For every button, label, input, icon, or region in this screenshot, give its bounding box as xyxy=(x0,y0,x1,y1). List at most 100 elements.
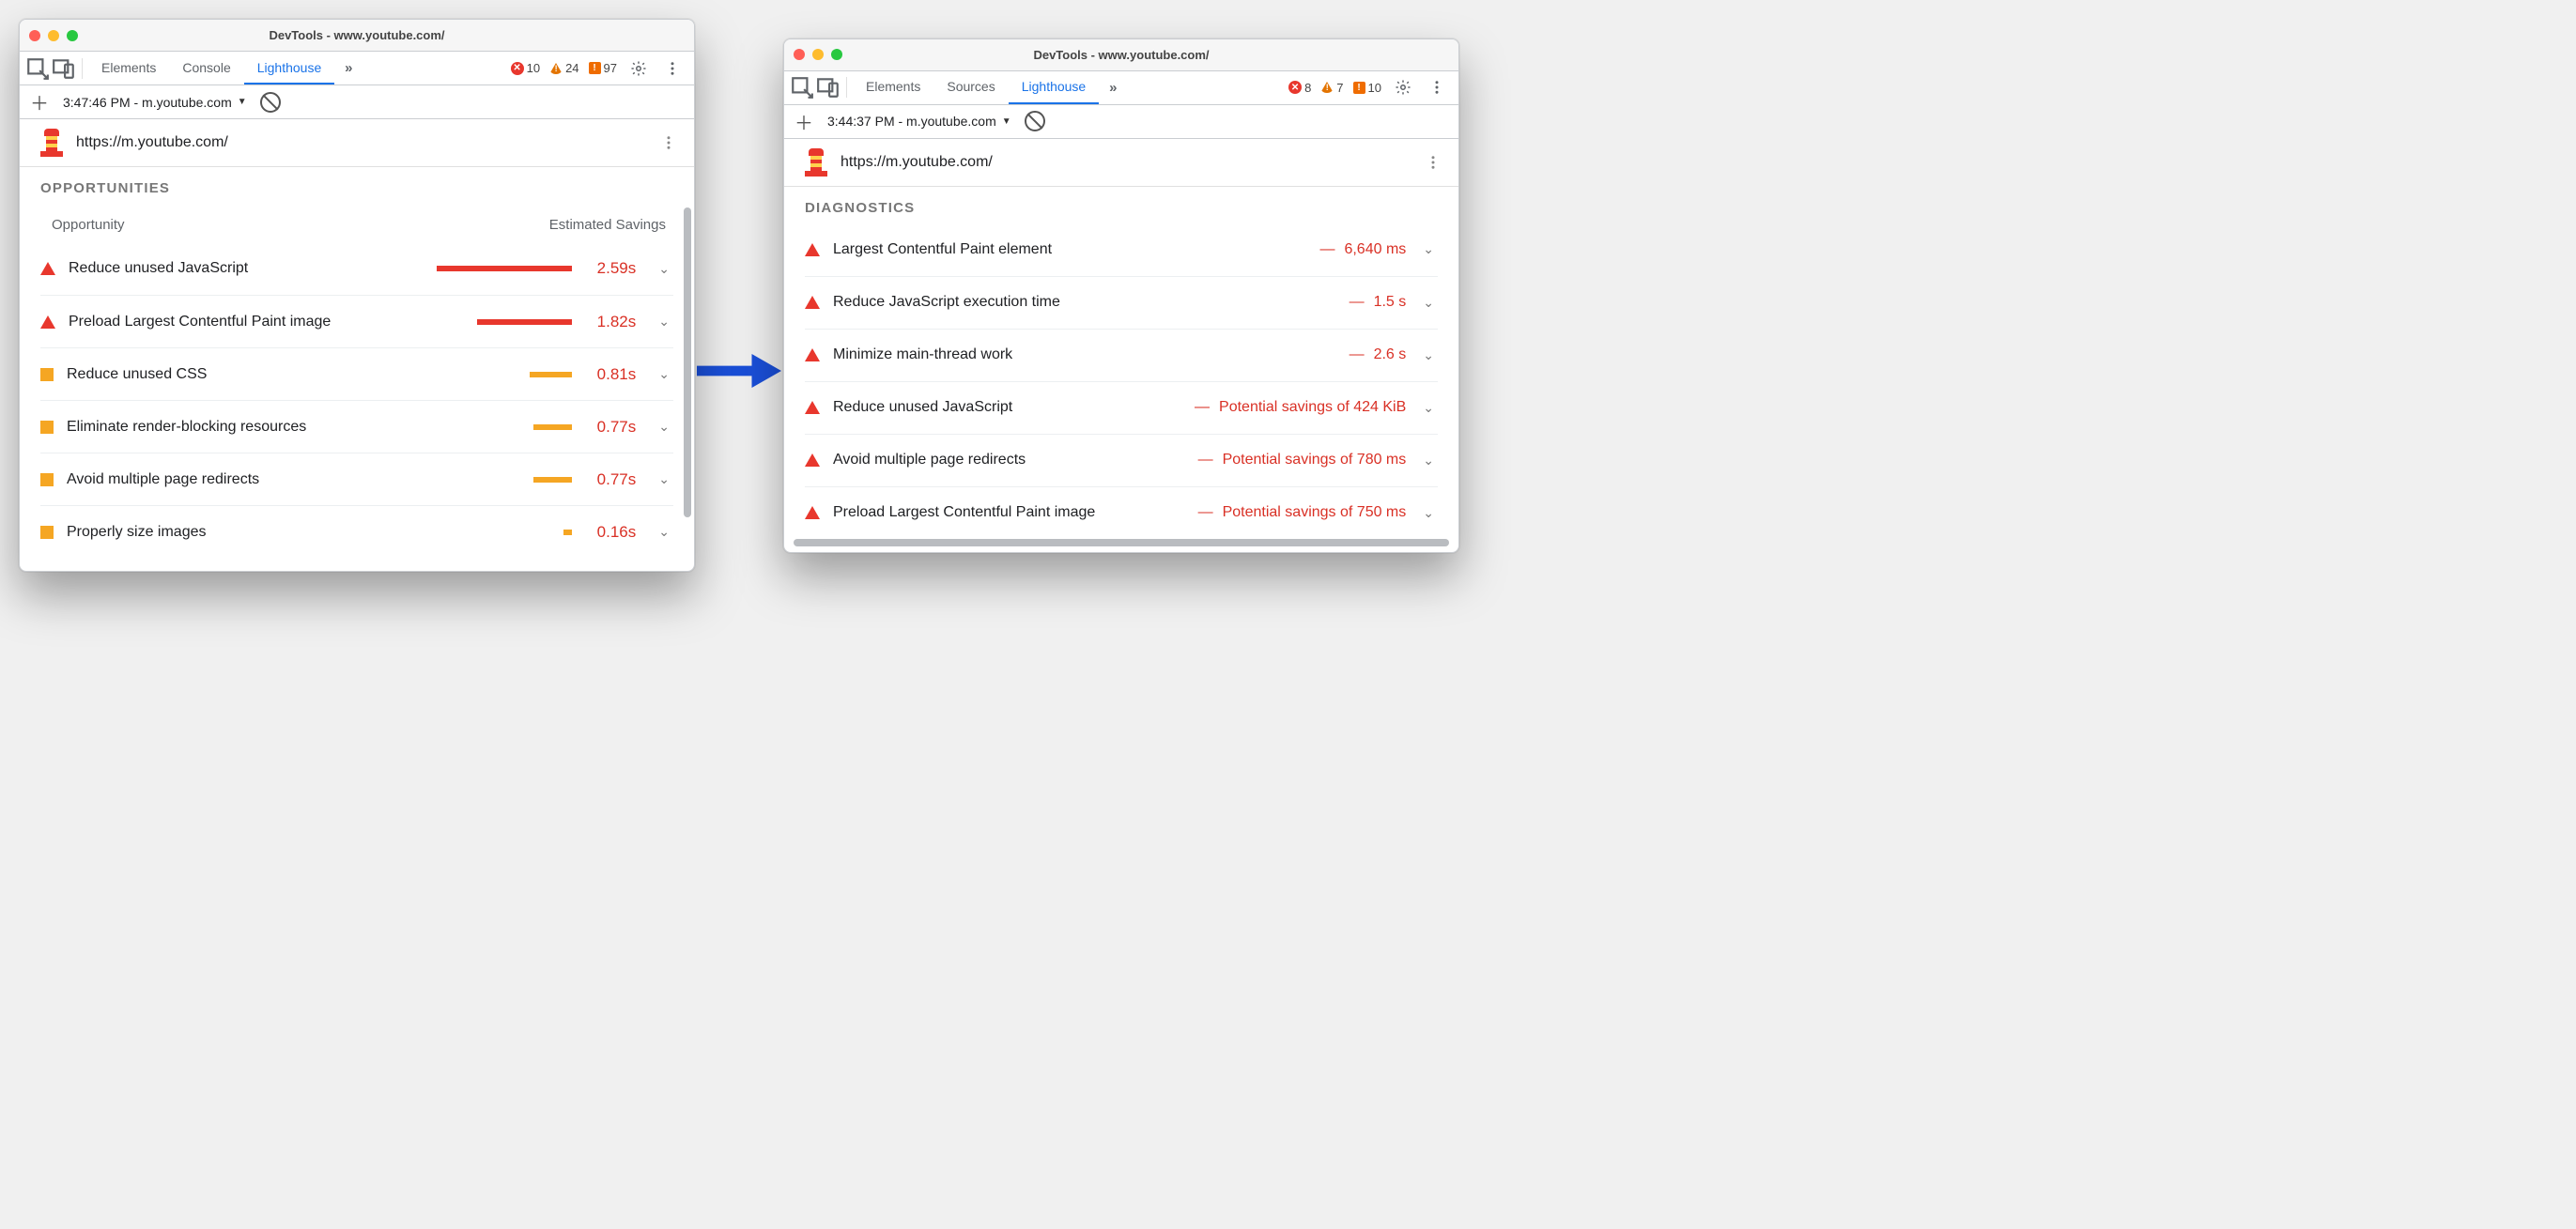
device-toggle-icon[interactable] xyxy=(52,56,76,81)
audit-title: Reduce unused JavaScript xyxy=(69,260,390,277)
audit-title: Properly size images xyxy=(67,524,390,541)
new-report-icon[interactable]: ＋ xyxy=(29,88,50,115)
device-toggle-icon[interactable] xyxy=(816,75,841,100)
scrollbar-thumb-horizontal[interactable] xyxy=(794,539,1449,546)
tab-sources[interactable]: Sources xyxy=(933,71,1008,104)
report-selector[interactable]: 3:44:37 PM - m.youtube.com ▼ xyxy=(827,114,1011,129)
severity-icon xyxy=(40,526,54,539)
report-selector[interactable]: 3:47:46 PM - m.youtube.com ▼ xyxy=(63,95,247,110)
section-heading: OPPORTUNITIES xyxy=(20,167,694,204)
minimize-icon[interactable] xyxy=(812,49,824,60)
info-count[interactable]: 10 xyxy=(1353,81,1381,95)
dash-icon: — xyxy=(1198,452,1213,469)
kebab-menu-icon[interactable] xyxy=(660,56,685,81)
savings-bar xyxy=(533,477,572,483)
savings-bar-track xyxy=(403,424,572,430)
diagnostic-row[interactable]: Reduce unused JavaScript—Potential savin… xyxy=(805,381,1438,434)
error-badge-icon: ✕ xyxy=(1288,81,1302,94)
report-menu-icon[interactable] xyxy=(1421,150,1445,175)
opportunity-row[interactable]: Preload Largest Contentful Paint image1.… xyxy=(40,295,673,347)
chevron-down-icon[interactable]: ⌄ xyxy=(655,314,673,330)
more-tabs-icon[interactable]: » xyxy=(336,60,361,76)
settings-icon[interactable] xyxy=(1391,75,1415,100)
audit-metric-value: Potential savings of 780 ms xyxy=(1223,452,1407,469)
opportunity-list: Reduce unused JavaScript2.59s⌄Preload La… xyxy=(20,242,694,571)
audit-metric-value: 1.5 s xyxy=(1374,294,1407,311)
minimize-icon[interactable] xyxy=(48,30,59,41)
warning-count[interactable]: 24 xyxy=(549,61,578,75)
inspect-icon[interactable] xyxy=(790,75,814,100)
audit-metric-value: 6,640 ms xyxy=(1344,241,1406,258)
opportunity-row[interactable]: Properly size images0.16s⌄ xyxy=(40,505,673,558)
info-count-value: 97 xyxy=(604,61,617,75)
savings-bar xyxy=(563,530,572,535)
error-count[interactable]: ✕ 8 xyxy=(1288,81,1311,95)
tab-elements[interactable]: Elements xyxy=(853,71,933,104)
opportunity-row[interactable]: Reduce unused JavaScript2.59s⌄ xyxy=(40,242,673,295)
new-report-icon[interactable]: ＋ xyxy=(794,108,814,135)
audit-metric-value: Potential savings of 750 ms xyxy=(1223,504,1407,521)
chevron-down-icon[interactable]: ⌄ xyxy=(1419,347,1438,363)
tab-elements[interactable]: Elements xyxy=(88,52,169,84)
audit-title: Avoid multiple page redirects xyxy=(833,452,1185,469)
error-count[interactable]: ✕ 10 xyxy=(511,61,540,75)
close-icon[interactable] xyxy=(794,49,805,60)
clear-icon[interactable] xyxy=(260,92,281,113)
chevron-down-icon[interactable]: ⌄ xyxy=(1419,453,1438,469)
chevron-down-icon[interactable]: ⌄ xyxy=(1419,295,1438,311)
col-opportunity: Opportunity xyxy=(52,217,125,233)
severity-icon xyxy=(805,401,820,414)
opportunity-row[interactable]: Eliminate render-blocking resources0.77s… xyxy=(40,400,673,453)
settings-icon[interactable] xyxy=(626,56,651,81)
scrollbar-thumb[interactable] xyxy=(684,207,691,517)
diagnostic-row[interactable]: Preload Largest Contentful Paint image—P… xyxy=(805,486,1438,539)
more-tabs-icon[interactable]: » xyxy=(1101,80,1125,96)
warning-count-value: 7 xyxy=(1336,81,1343,95)
chevron-down-icon[interactable]: ⌄ xyxy=(655,261,673,277)
chevron-down-icon[interactable]: ⌄ xyxy=(1419,241,1438,257)
lighthouse-logo-icon xyxy=(805,148,827,177)
warning-count[interactable]: 7 xyxy=(1320,81,1343,95)
lighthouse-toolbar: ＋ 3:44:37 PM - m.youtube.com ▼ xyxy=(784,105,1458,139)
tab-lighthouse[interactable]: Lighthouse xyxy=(244,52,335,84)
opportunity-row[interactable]: Avoid multiple page redirects0.77s⌄ xyxy=(40,453,673,505)
tab-console[interactable]: Console xyxy=(169,52,243,84)
diagnostic-row[interactable]: Avoid multiple page redirects — Potential … xyxy=(805,434,1438,486)
arrow-icon xyxy=(697,347,781,394)
chevron-down-icon[interactable]: ⌄ xyxy=(655,366,673,382)
chevron-down-icon[interactable]: ⌄ xyxy=(1419,400,1438,416)
diagnostic-row[interactable]: Minimize main-thread work—2.6 s⌄ xyxy=(805,329,1438,381)
clear-icon[interactable] xyxy=(1025,111,1045,131)
opportunity-row[interactable]: Reduce unused CSS0.81s⌄ xyxy=(40,347,673,400)
close-icon[interactable] xyxy=(29,30,40,41)
savings-bar-track xyxy=(403,477,572,483)
audit-metric: — Potential savings of 750 ms xyxy=(1198,504,1407,521)
devtools-window-right: DevTools - www.youtube.com/ Elements Sou… xyxy=(783,38,1459,553)
zoom-icon[interactable] xyxy=(831,49,842,60)
tab-lighthouse[interactable]: Lighthouse xyxy=(1009,71,1100,104)
dropdown-caret-icon: ▼ xyxy=(238,97,247,107)
dash-icon: — xyxy=(1198,504,1213,521)
report-url-row: https://m.youtube.com/ xyxy=(784,139,1458,187)
zoom-icon[interactable] xyxy=(67,30,78,41)
severity-icon xyxy=(805,506,820,519)
panel-tabs: Elements Console Lighthouse xyxy=(88,52,334,84)
diagnostic-row[interactable]: Reduce JavaScript execution time—1.5 s⌄ xyxy=(805,276,1438,329)
diagnostic-row[interactable]: Largest Contentful Paint element—6,640 m… xyxy=(805,223,1438,276)
report-menu-icon[interactable] xyxy=(656,131,681,155)
report-selector-label: 3:44:37 PM - m.youtube.com xyxy=(827,114,996,129)
savings-value: 1.82s xyxy=(585,313,641,331)
chevron-down-icon[interactable]: ⌄ xyxy=(655,471,673,487)
chevron-down-icon[interactable]: ⌄ xyxy=(1419,505,1438,521)
savings-bar-track xyxy=(403,266,572,271)
savings-bar-track xyxy=(403,372,572,377)
info-count[interactable]: 97 xyxy=(589,61,617,75)
chevron-down-icon[interactable]: ⌄ xyxy=(655,524,673,540)
kebab-menu-icon[interactable] xyxy=(1425,75,1449,100)
report-url-row: https://m.youtube.com/ xyxy=(20,119,694,167)
severity-icon xyxy=(805,453,820,467)
inspect-icon[interactable] xyxy=(25,56,50,81)
chevron-down-icon[interactable]: ⌄ xyxy=(655,419,673,435)
error-count-value: 8 xyxy=(1304,81,1311,95)
severity-icon xyxy=(40,315,55,329)
